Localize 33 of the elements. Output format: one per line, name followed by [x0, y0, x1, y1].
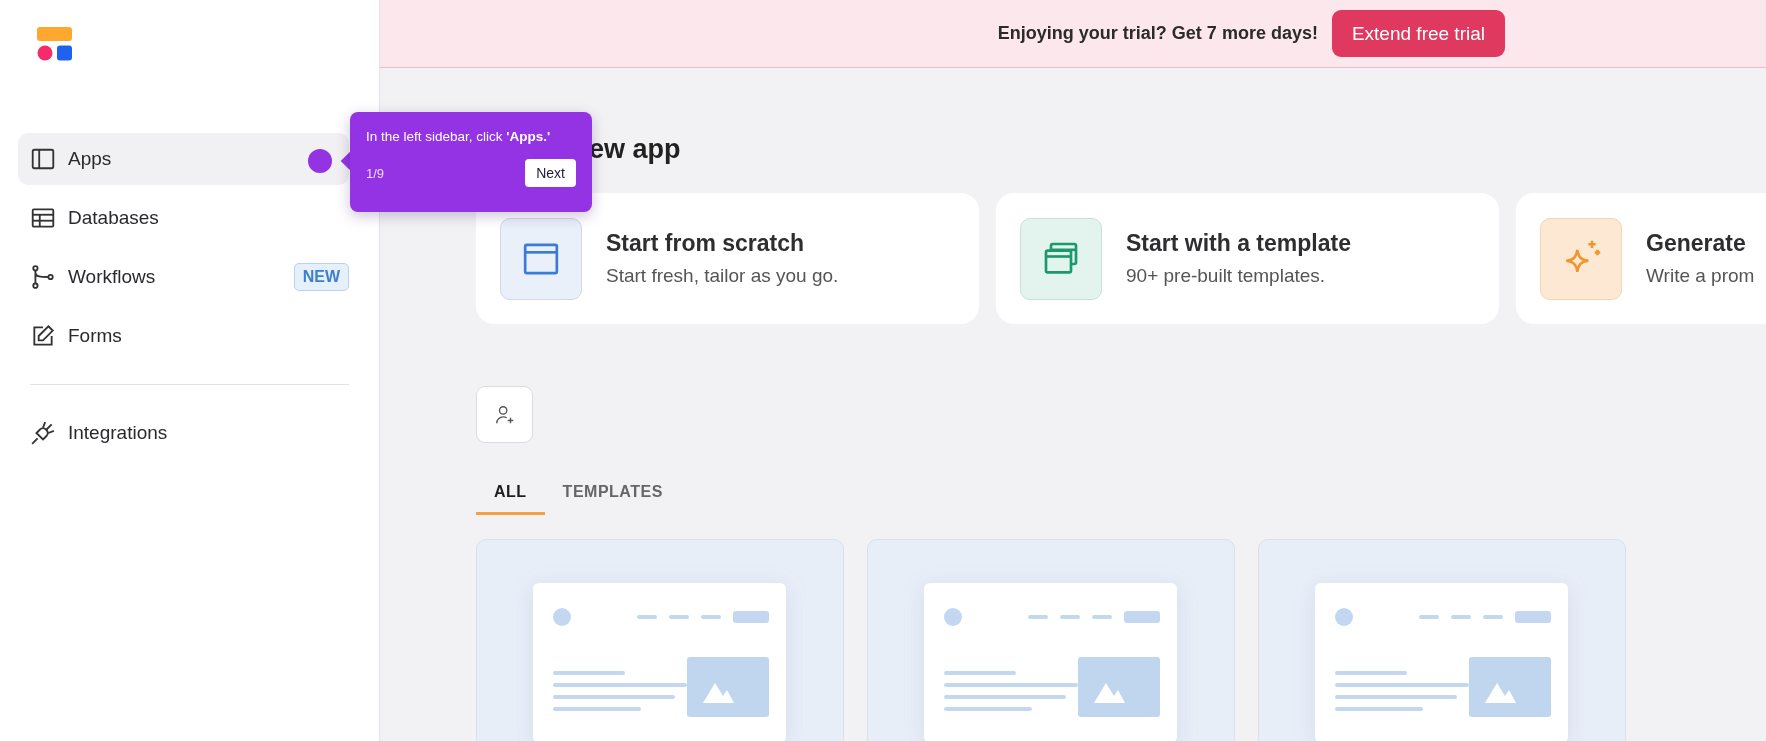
- plug-icon: [30, 420, 56, 446]
- next-button[interactable]: Next: [525, 159, 576, 187]
- template-card[interactable]: [867, 539, 1235, 741]
- logo-icon: [37, 27, 73, 63]
- card-title: Start with a template: [1126, 230, 1351, 257]
- sidebar-item[interactable]: Workflows NEW: [18, 251, 349, 303]
- template-card[interactable]: [1258, 539, 1626, 741]
- template-card[interactable]: [476, 539, 844, 741]
- filter-tab[interactable]: TEMPLATES: [544, 473, 681, 515]
- tooltip-message: In the left sidebar, click 'Apps.': [366, 129, 552, 144]
- sidebar-item[interactable]: Apps: [18, 133, 349, 185]
- extend-trial-button[interactable]: Extend free trial: [1331, 10, 1505, 57]
- table-icon: [30, 205, 56, 231]
- trial-message: Enjoying your trial? Get 7 more days!: [997, 23, 1318, 44]
- add-user-icon: [493, 403, 516, 426]
- new-badge: NEW: [293, 263, 349, 291]
- card-title: Generate: [1646, 230, 1747, 257]
- sidebar-item[interactable]: Forms: [18, 310, 349, 362]
- card-title: Start from scratch: [606, 230, 806, 257]
- start-option-card[interactable]: Start with a template 90+ pre-built templates.: [996, 193, 1499, 324]
- edit-icon: [30, 323, 56, 349]
- card-subtitle: Write a prom: [1646, 265, 1755, 287]
- sidebar-panel-icon: [30, 146, 56, 172]
- start-option-card[interactable]: Start from scratch Start fresh, tailor as you go.: [476, 193, 979, 324]
- filter-tab[interactable]: ALL: [476, 473, 545, 515]
- start-option-card[interactable]: Generate Write a prom: [1516, 193, 1766, 324]
- add-user-button[interactable]: [476, 386, 533, 443]
- sidebar-item[interactable]: Databases: [18, 192, 349, 244]
- step-counter: 1/9: [366, 165, 385, 181]
- sidebar-item[interactable]: Integrations: [18, 407, 349, 459]
- card-subtitle: Start fresh, tailor as you go.: [606, 265, 839, 287]
- card-subtitle: 90+ pre-built templates.: [1126, 265, 1327, 287]
- branch-icon: [30, 264, 56, 290]
